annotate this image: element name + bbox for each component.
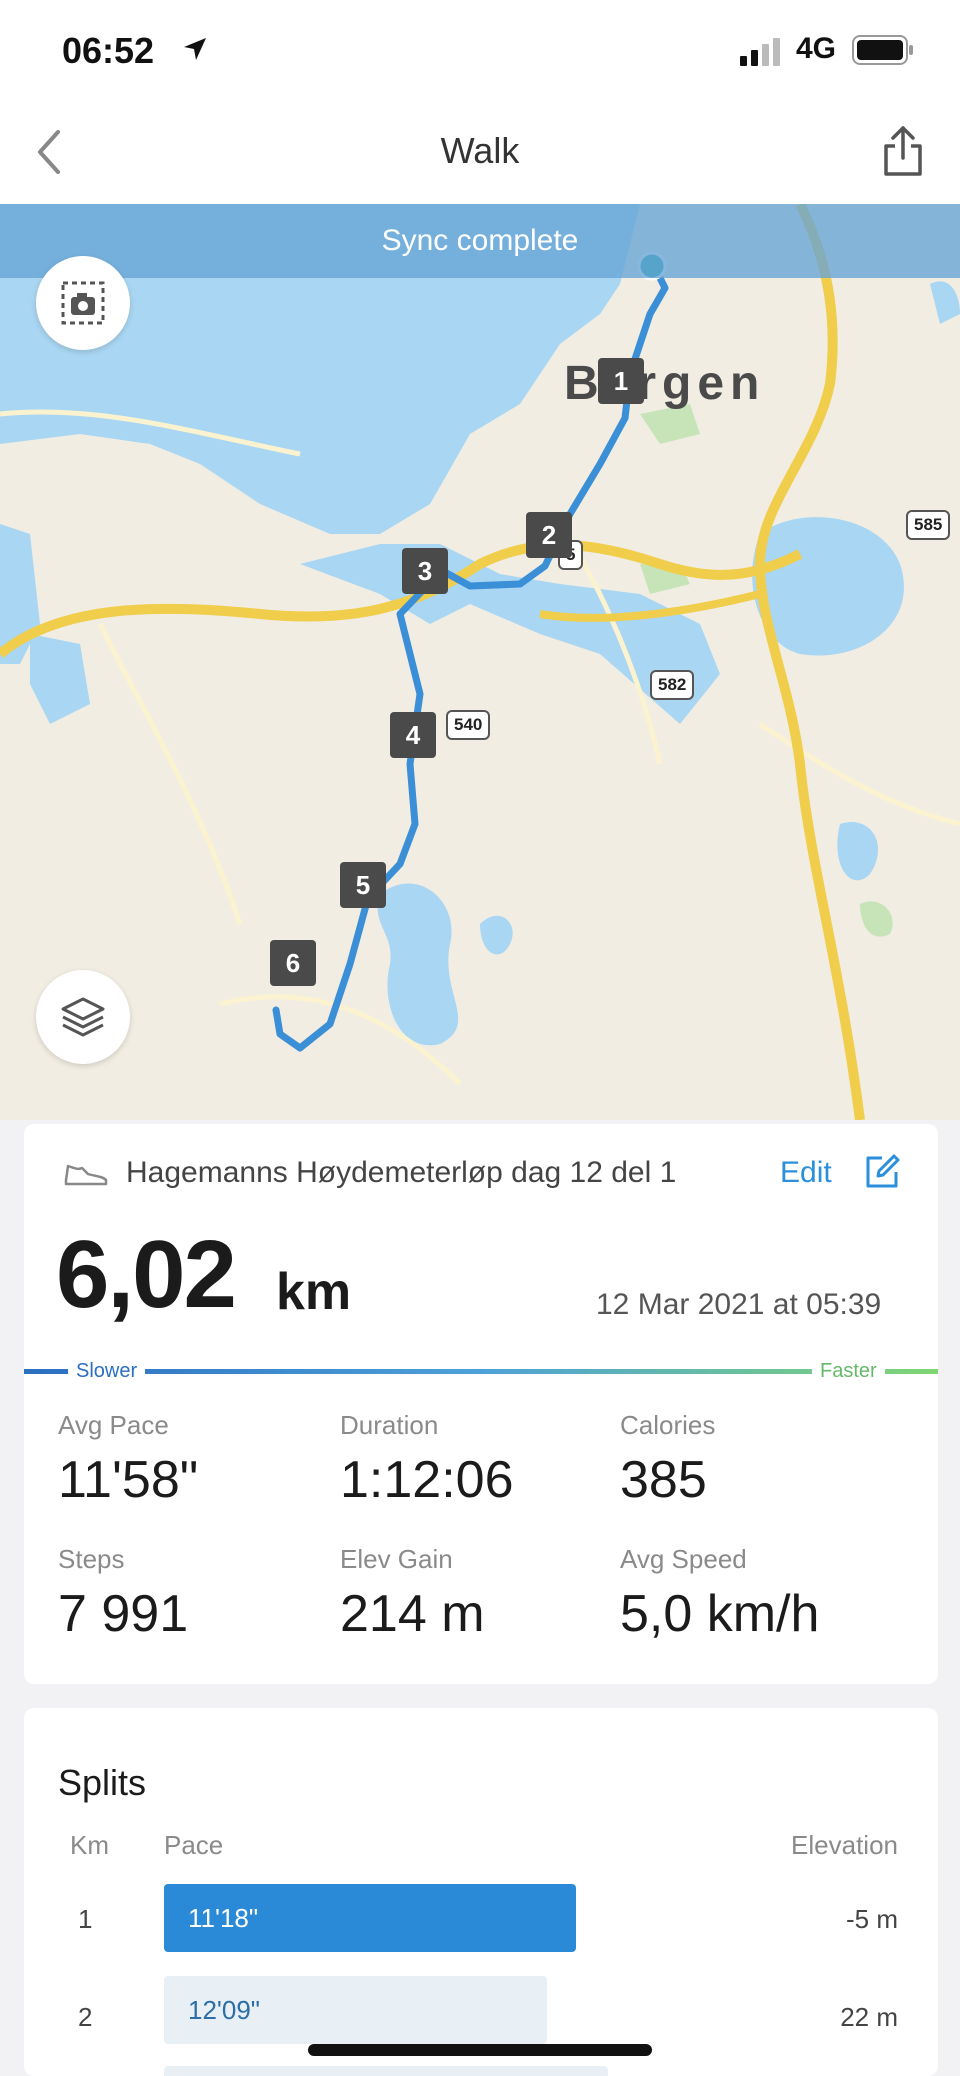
km-marker[interactable]: 2: [526, 512, 572, 558]
splits-col-pace: Pace: [164, 1830, 224, 1860]
stat-label-steps: Steps: [58, 1544, 125, 1574]
road-badge: 585: [906, 510, 951, 540]
split-km: 1: [78, 1904, 93, 1934]
edit-button[interactable]: Edit: [780, 1156, 832, 1190]
split-pace-bar: 12'09": [164, 1976, 547, 2044]
stat-label-calories: Calories: [620, 1410, 716, 1440]
stat-value-duration: 1:12:06: [340, 1451, 514, 1509]
map-background: [0, 204, 960, 1120]
pace-gradient-line: [24, 1369, 938, 1374]
road-badge: 582: [650, 670, 695, 700]
pace-faster-label: Faster: [812, 1360, 885, 1383]
split-km: 2: [78, 2002, 93, 2032]
stat-label-avg-pace: Avg Pace: [58, 1410, 169, 1440]
pace-legend-bar: Slower Faster: [24, 1360, 938, 1383]
splits-col-elevation: Elevation: [791, 1830, 898, 1860]
nav-bar: Walk: [0, 100, 960, 204]
distance-unit: km: [276, 1263, 352, 1321]
splits-col-km: Km: [70, 1830, 109, 1860]
stat-value-elev-gain: 214 m: [340, 1585, 485, 1643]
layers-icon: [61, 997, 105, 1037]
split-bar-partial: [164, 2066, 608, 2076]
stat-value-avg-speed: 5,0 km/h: [620, 1585, 820, 1643]
battery-icon: [852, 35, 913, 65]
activity-date: 12 Mar 2021 at 05:39: [596, 1288, 882, 1321]
stat-value-steps: 7 991: [58, 1585, 189, 1643]
network-type: 4G: [796, 32, 837, 65]
map-layers-button[interactable]: [36, 970, 130, 1064]
map-snapshot-button[interactable]: [36, 256, 130, 350]
road-badge: 540: [446, 710, 491, 740]
stat-value-calories: 385: [620, 1451, 707, 1509]
map-city-label: Bergen: [564, 357, 766, 410]
page-title: Walk: [440, 130, 520, 171]
stat-label-elev-gain: Elev Gain: [340, 1544, 453, 1574]
km-marker[interactable]: 1: [598, 358, 644, 404]
km-marker[interactable]: 4: [390, 712, 436, 758]
shoe-icon: [64, 1164, 108, 1186]
km-marker[interactable]: 3: [402, 548, 448, 594]
home-indicator[interactable]: [308, 2044, 652, 2056]
stat-value-avg-pace: 11'58": [58, 1451, 199, 1509]
route-map[interactable]: Sync complete Bergen 585 5 582 540 1 2 3…: [0, 204, 960, 1120]
status-time: 06:52: [62, 30, 155, 71]
km-marker[interactable]: 6: [270, 940, 316, 986]
stat-label-duration: Duration: [340, 1410, 439, 1440]
share-icon[interactable]: [880, 122, 926, 180]
km-marker[interactable]: 5: [340, 862, 386, 908]
distance-value: 6,02: [56, 1221, 237, 1328]
split-pace-bar: 11'18": [164, 1884, 576, 1952]
camera-snapshot-icon: [61, 281, 105, 325]
sync-banner: Sync complete: [0, 204, 960, 278]
activity-summary-card: Hagemanns Høydemeterløp dag 12 del 1 Edi…: [24, 1124, 938, 1684]
location-arrow-icon: [184, 38, 206, 60]
split-elevation: -5 m: [846, 1904, 898, 1934]
edit-pencil-icon[interactable]: [862, 1152, 902, 1192]
splits-title: Splits: [58, 1762, 147, 1803]
status-bar: 06:52 4G: [0, 0, 960, 100]
stat-label-avg-speed: Avg Speed: [620, 1544, 747, 1574]
pace-slower-label: Slower: [68, 1360, 146, 1383]
split-elevation: 22 m: [840, 2002, 898, 2032]
activity-name: Hagemanns Høydemeterløp dag 12 del 1: [126, 1156, 677, 1189]
splits-card: Splits Km Pace Elevation 1 11'18" -5 m 2…: [24, 1708, 938, 2076]
cell-signal-icon: [740, 38, 780, 66]
